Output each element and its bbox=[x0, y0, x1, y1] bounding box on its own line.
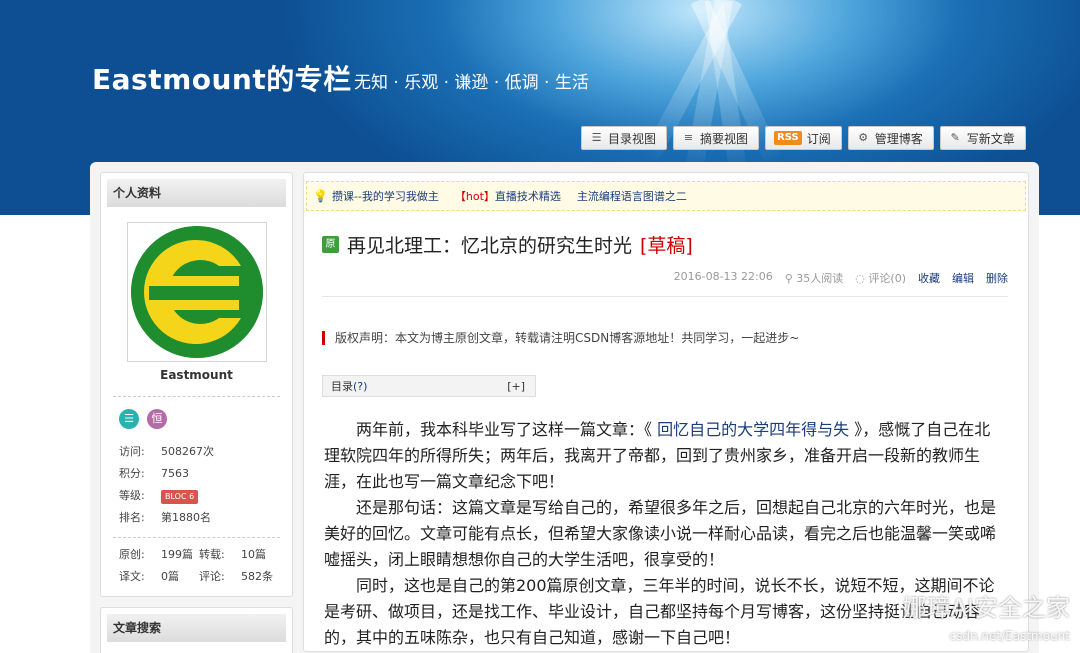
stat-points: 积分: 7563 bbox=[119, 463, 286, 485]
lightbulb-icon: 💡 bbox=[313, 189, 328, 203]
stat-rank: 排名: 第1880名 bbox=[119, 507, 286, 529]
summary-view-button[interactable]: ≡ 摘要视图 bbox=[673, 126, 760, 150]
subscribe-label: 订阅 bbox=[806, 131, 831, 146]
comment-count-label: 评论(0) bbox=[868, 272, 906, 285]
site-title[interactable]: Eastmount的专栏 bbox=[92, 58, 352, 98]
site-slogan: 无知 · 乐观 · 谦逊 · 低调 · 生活 bbox=[354, 73, 589, 93]
article-meta: 2016-08-13 22:06 ⚲ 35人阅读 ◌ 评论(0) 收藏 编辑 删… bbox=[322, 270, 1008, 297]
watermark-url: csdn.net/Eastmount bbox=[949, 629, 1070, 643]
edit-link[interactable]: 编辑 bbox=[952, 270, 974, 286]
toc-help-link[interactable]: (?) bbox=[353, 380, 367, 393]
list-icon: ☰ bbox=[591, 131, 602, 144]
article-header: 原 再见北理工：忆北京的研究生时光 [草稿] 2016-08-13 22:06 … bbox=[304, 211, 1028, 297]
medals: ☰ 恒 bbox=[107, 409, 286, 429]
paragraph-2: 还是那句话：这篇文章是写给自己的，希望很多年之后，回想起自己北京的六年时光，也是… bbox=[324, 498, 997, 569]
stat-level: 等级: BLOC 6 bbox=[119, 485, 286, 507]
favorite-link[interactable]: 收藏 bbox=[918, 270, 940, 286]
gear-icon: ⚙ bbox=[858, 131, 869, 144]
write-article-label: 写新文章 bbox=[966, 131, 1015, 146]
paragraph-1: 两年前，我本科毕业写了这样一篇文章：《 回忆自己的大学四年得与失 》，感慨了自己… bbox=[324, 417, 1004, 495]
comment-count[interactable]: ◌ 评论(0) bbox=[855, 270, 906, 286]
divider bbox=[113, 396, 280, 397]
eye-icon: ⚲ bbox=[784, 272, 793, 285]
post-date: 2016-08-13 22:06 bbox=[673, 270, 773, 283]
comment-icon: ◌ bbox=[855, 272, 865, 285]
stat-value: 第1880名 bbox=[161, 511, 211, 524]
notice-link-3[interactable]: 主流编程语言图谱之二 bbox=[577, 188, 687, 204]
watermark-text: 娜璋AI安全之家 bbox=[902, 594, 1071, 622]
avatar[interactable] bbox=[126, 222, 267, 362]
profile-heading: 个人资料 bbox=[107, 179, 286, 207]
title-row: 原 再见北理工：忆北京的研究生时光 [草稿] bbox=[322, 231, 1008, 258]
paragraph-1-start: 两年前，我本科毕业写了这样一篇文章：《 bbox=[356, 420, 658, 439]
hot-tag: 【hot】 bbox=[454, 190, 495, 203]
article-counts: 原创: 199篇 转载: 10篇 译文: 0篇 评论: 582条 bbox=[107, 546, 286, 586]
read-count-label: 35人阅读 bbox=[796, 272, 844, 285]
related-article-link[interactable]: 回忆自己的大学四年得与失 bbox=[657, 420, 849, 439]
notice-bar: 💡 攒课--我的学习我做主 【hot】直播技术精选 主流编程语言图谱之二 bbox=[306, 181, 1026, 211]
column-medal-icon[interactable]: ☰ bbox=[119, 409, 139, 429]
article-title[interactable]: 再见北理工：忆北京的研究生时光 bbox=[347, 231, 632, 258]
stat-key: 排名: bbox=[119, 511, 145, 524]
divider bbox=[113, 537, 280, 538]
toc-expand[interactable]: [+] bbox=[507, 380, 525, 393]
toc-toggle[interactable]: 目录(?) [+] bbox=[322, 375, 536, 397]
notice-link-1[interactable]: 攒课--我的学习我做主 bbox=[332, 188, 439, 204]
edit-icon: ✎ bbox=[950, 131, 960, 144]
stat-key: 访问: bbox=[119, 445, 145, 458]
repost-key: 转载: bbox=[199, 548, 225, 561]
comment-key: 评论: bbox=[199, 570, 225, 583]
persistence-medal-icon[interactable]: 恒 bbox=[147, 409, 167, 429]
stat-value: 7563 bbox=[161, 467, 189, 480]
level-badge: BLOC 6 bbox=[161, 490, 199, 504]
draft-tag: [草稿] bbox=[640, 235, 693, 257]
summary-view-label: 摘要视图 bbox=[700, 131, 749, 146]
notice-link-2-label: 直播技术精选 bbox=[494, 190, 561, 203]
toc-label-text: 目录 bbox=[331, 380, 353, 393]
stat-visits: 访问: 508267次 bbox=[119, 441, 286, 463]
article-panel: 💡 攒课--我的学习我做主 【hot】直播技术精选 主流编程语言图谱之二 原 再… bbox=[303, 172, 1029, 652]
read-count: ⚲ 35人阅读 bbox=[785, 270, 844, 286]
write-article-button[interactable]: ✎ 写新文章 bbox=[939, 126, 1026, 150]
stat-key: 等级: bbox=[119, 489, 145, 502]
translate-value: 0篇 bbox=[161, 570, 179, 583]
header-toolbar: ☰ 目录视图 ≡ 摘要视图 RSS 订阅 ⚙ 管理博客 ✎ 写新文章 bbox=[581, 126, 1026, 150]
stat-key: 积分: bbox=[119, 467, 145, 480]
sidebar: 个人资料 Eastmount ☰ 恒 访问: 508267次 积分: 7563 … bbox=[100, 172, 293, 653]
manage-blog-label: 管理博客 bbox=[874, 131, 923, 146]
delete-link[interactable]: 删除 bbox=[986, 270, 1008, 286]
username[interactable]: Eastmount bbox=[107, 368, 286, 382]
original-key: 原创: bbox=[119, 548, 145, 561]
catalog-view-button[interactable]: ☰ 目录视图 bbox=[581, 126, 668, 150]
stat-value: 508267次 bbox=[161, 445, 214, 458]
copyright-notice: 版权声明：本文为博主原创文章，转载请注明CSDN博客源地址！共同学习，一起进步~ bbox=[322, 331, 1028, 345]
toc-label: 目录(?) bbox=[331, 378, 367, 394]
profile-box: 个人资料 Eastmount ☰ 恒 访问: 508267次 积分: 7563 … bbox=[100, 172, 293, 597]
search-box: 文章搜索 bbox=[100, 607, 293, 653]
original-badge: 原 bbox=[322, 236, 339, 253]
manage-blog-button[interactable]: ⚙ 管理博客 bbox=[847, 126, 934, 150]
avatar-image bbox=[130, 226, 263, 358]
stat-list: 访问: 508267次 积分: 7563 等级: BLOC 6 排名: 第1880名 bbox=[107, 441, 286, 529]
rss-icon: RSS bbox=[774, 131, 802, 145]
repost-value: 10篇 bbox=[241, 548, 266, 561]
search-heading: 文章搜索 bbox=[107, 614, 286, 642]
subscribe-button[interactable]: RSS 订阅 bbox=[765, 126, 842, 150]
main-container: 个人资料 Eastmount ☰ 恒 访问: 508267次 积分: 7563 … bbox=[90, 162, 1039, 653]
summary-icon: ≡ bbox=[683, 131, 694, 144]
notice-link-2[interactable]: 【hot】直播技术精选 bbox=[455, 188, 561, 204]
translate-key: 译文: bbox=[119, 570, 145, 583]
comment-value: 582条 bbox=[241, 570, 273, 583]
original-value: 199篇 bbox=[161, 548, 193, 561]
catalog-view-label: 目录视图 bbox=[608, 131, 657, 146]
